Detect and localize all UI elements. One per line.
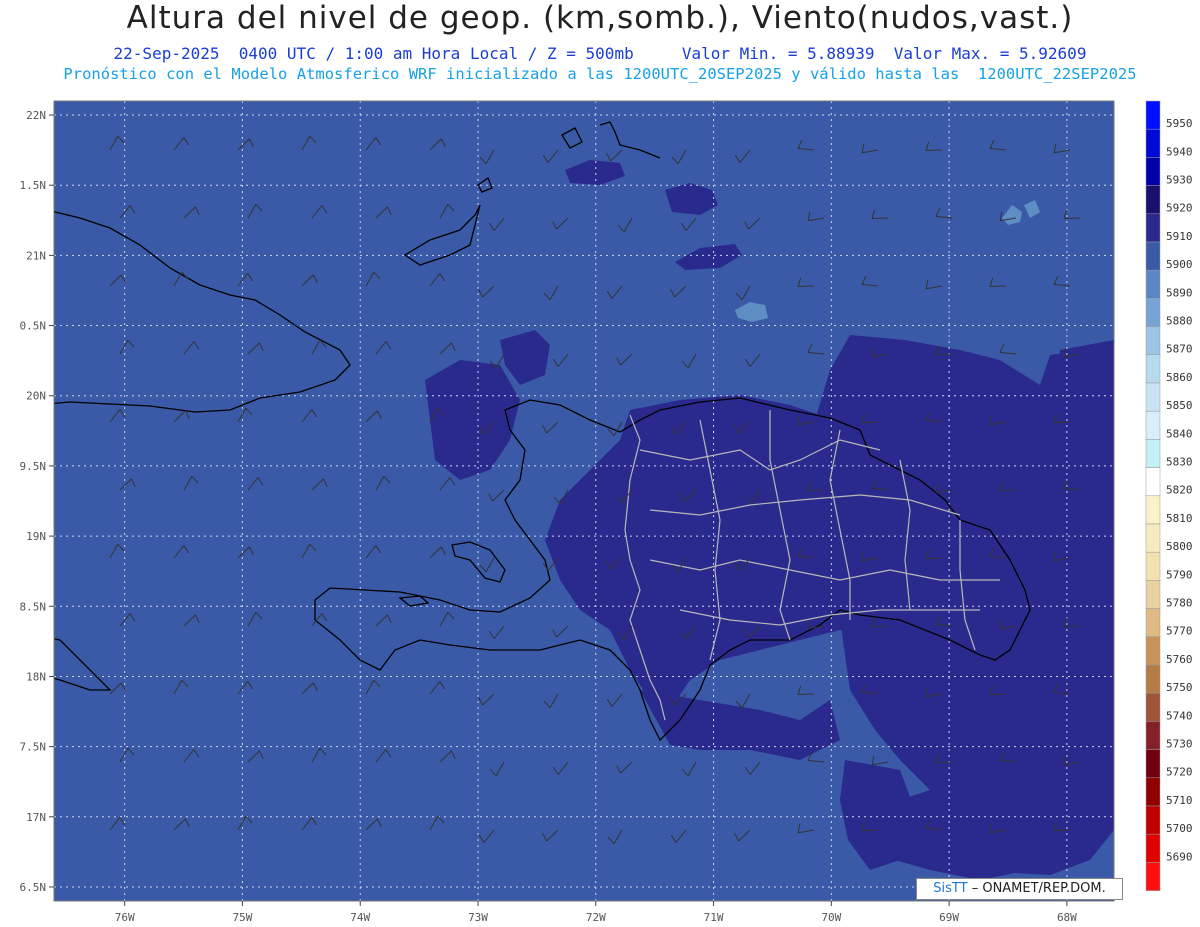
colorbar-cell [1145,157,1161,186]
colorbar-cell [1145,721,1161,750]
lon-label: 71W [704,911,724,924]
colorbar-label: 5710 [1166,794,1193,807]
colorbar-label: 5840 [1166,427,1193,440]
colorbar-cell [1145,241,1161,271]
colorbar-label: 5690 [1166,850,1193,863]
credit-box: SisTT – ONAMET/REP.DOM. [916,878,1123,900]
model-info-line: Pronóstico con el Modelo Atmosferico WRF… [63,65,1137,83]
colorbar-label: 5910 [1166,230,1193,243]
colorbar-cell [1145,128,1161,158]
lat-label: 6.5N [20,881,47,894]
colorbar-cell [1145,439,1161,468]
colorbar-cell [1145,410,1161,440]
lat-label: 22N [26,109,46,122]
lat-label: 20N [26,390,46,403]
lat-label: 0.5N [20,320,47,333]
colorbar-cell [1145,354,1161,384]
colorbar-cell [1145,326,1161,356]
colorbar-label: 5880 [1166,315,1193,328]
colorbar-label: 5730 [1166,738,1193,751]
colorbar-cell [1145,185,1161,215]
colorbar-cell [1145,551,1161,581]
lat-label: 1.5N [20,179,47,192]
chart-title: Altura del nivel de geop. (km,somb.), Vi… [126,0,1074,36]
lon-label: 72W [586,911,606,924]
colorbar-label: 5830 [1166,456,1193,469]
colorbar-label: 5800 [1166,540,1193,553]
colorbar-cell [1145,862,1161,891]
colorbar-cell [1145,692,1161,722]
colorbar-cell [1145,213,1161,243]
colorbar-label: 5850 [1166,399,1193,412]
colorbar-label: 5900 [1166,258,1193,271]
colorbar-cell [1145,636,1161,666]
colorbar-cell [1145,777,1161,807]
colorbar-label: 5890 [1166,286,1193,299]
lon-label: 74W [350,911,370,924]
lat-label: 9.5N [20,460,47,473]
sistt-logo-text: SisTT [933,881,968,896]
colorbar-cell [1145,608,1161,638]
latitude-labels: 22N 1.5N 21N 0.5N 20N 9.5N 19N 8.5N 18N 7.5N 17N 6.… [20,109,54,894]
colorbar-label: 5770 [1166,625,1193,638]
colorbar-cell [1145,467,1161,497]
lon-label: 76W [115,911,135,924]
colorbar-cell [1145,664,1161,694]
lon-label: 75W [233,911,253,924]
colorbar-label: 5700 [1166,822,1193,835]
colorbar-cell [1145,805,1161,835]
colorbar-cell [1145,269,1161,299]
colorbar-label: 5870 [1166,343,1193,356]
lat-label: 17N [26,811,46,824]
colorbar-label: 5790 [1166,568,1193,581]
colorbar-label: 5760 [1166,653,1193,666]
lat-label: 8.5N [20,600,47,613]
lat-label: 21N [26,249,46,262]
colorbar-label: 5930 [1166,174,1193,187]
colorbar-label: 5720 [1166,766,1193,779]
valid-time-line: 22-Sep-2025 0400 UTC / 1:00 am Hora Loca… [113,44,1087,63]
colorbar-cell [1145,298,1161,327]
colorbar-label: 5940 [1166,145,1193,158]
credit-dash: – [967,881,979,896]
lat-label: 18N [26,670,46,683]
forecast-map: 22N 1.5N 21N 0.5N 20N 9.5N 19N 8.5N 18N 7.5N 17N 6.… [20,100,1193,924]
colorbar-label: 5920 [1166,202,1193,215]
lon-label: 73W [468,911,488,924]
colorbar-cell [1145,100,1161,130]
colorbar-label: 5860 [1166,371,1193,384]
colorbar-cell [1145,495,1161,525]
credit-text: ONAMET/REP.DOM. [978,881,1106,896]
longitude-labels: 76W 75W 74W 73W 72W 71W 70W 69W 68W [115,901,1077,924]
lat-label: 7.5N [20,741,47,754]
colorbar-label: 5950 [1166,117,1193,130]
colorbar-cell [1145,749,1161,779]
colorbar-label: 5820 [1166,484,1193,497]
colorbar-cell [1145,833,1161,863]
colorbar-cell [1145,580,1161,609]
colorbar: 5950 5940 5930 5920 5910 5900 5890 5880 5870 5860… [1145,100,1193,891]
colorbar-label: 5780 [1166,597,1193,610]
colorbar-label: 5810 [1166,512,1193,525]
colorbar-cell [1145,382,1161,412]
lat-label: 19N [26,530,46,543]
lon-label: 70W [821,911,841,924]
colorbar-label: 5740 [1166,709,1193,722]
colorbar-label: 5750 [1166,681,1193,694]
colorbar-cell [1145,523,1161,553]
lon-label: 68W [1057,911,1077,924]
lon-label: 69W [939,911,959,924]
